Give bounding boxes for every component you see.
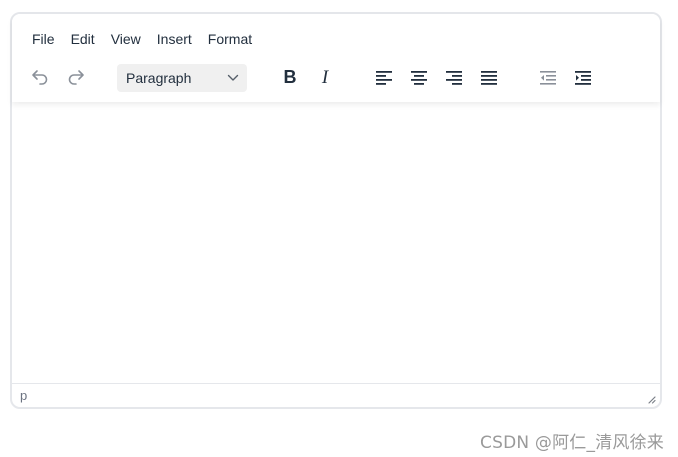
menu-insert[interactable]: Insert bbox=[149, 28, 200, 50]
watermark: CSDN @阿仁_清风徐来 bbox=[480, 433, 664, 453]
menu-format[interactable]: Format bbox=[200, 28, 260, 50]
outdent-icon bbox=[540, 71, 556, 85]
outdent-button[interactable] bbox=[533, 62, 563, 92]
align-justify-button[interactable] bbox=[474, 62, 504, 92]
indent-icon bbox=[575, 71, 591, 85]
redo-button[interactable] bbox=[61, 62, 91, 92]
rich-text-editor: File Edit View Insert Format Paragraph B… bbox=[10, 12, 662, 409]
align-right-icon bbox=[446, 71, 462, 85]
undo-icon bbox=[32, 70, 48, 85]
align-left-button[interactable] bbox=[369, 62, 399, 92]
italic-icon: I bbox=[321, 67, 330, 87]
align-justify-icon bbox=[481, 71, 497, 85]
element-path[interactable]: p bbox=[20, 388, 27, 403]
menu-view[interactable]: View bbox=[103, 28, 149, 50]
menu-edit[interactable]: Edit bbox=[63, 28, 103, 50]
bold-icon: B bbox=[284, 67, 297, 87]
redo-icon bbox=[68, 70, 84, 85]
editor-content-area[interactable] bbox=[12, 102, 660, 386]
block-format-value: Paragraph bbox=[126, 70, 192, 86]
align-center-button[interactable] bbox=[404, 62, 434, 92]
align-right-button[interactable] bbox=[439, 62, 469, 92]
svg-text:B: B bbox=[284, 67, 297, 87]
align-left-icon bbox=[376, 71, 392, 85]
resize-handle-icon[interactable] bbox=[646, 394, 656, 404]
chevron-down-icon bbox=[227, 74, 239, 81]
indent-button[interactable] bbox=[568, 62, 598, 92]
bold-button[interactable]: B bbox=[275, 62, 305, 92]
block-format-select[interactable]: Paragraph bbox=[117, 64, 247, 92]
menubar: File Edit View Insert Format bbox=[24, 28, 260, 50]
undo-button[interactable] bbox=[25, 62, 55, 92]
menu-file[interactable]: File bbox=[24, 28, 63, 50]
statusbar: p bbox=[12, 383, 660, 407]
align-center-icon bbox=[411, 71, 427, 85]
italic-button[interactable]: I bbox=[310, 62, 340, 92]
svg-text:I: I bbox=[321, 67, 330, 87]
toolbar: Paragraph B I bbox=[12, 62, 660, 94]
editor-header: File Edit View Insert Format Paragraph B… bbox=[12, 14, 660, 102]
